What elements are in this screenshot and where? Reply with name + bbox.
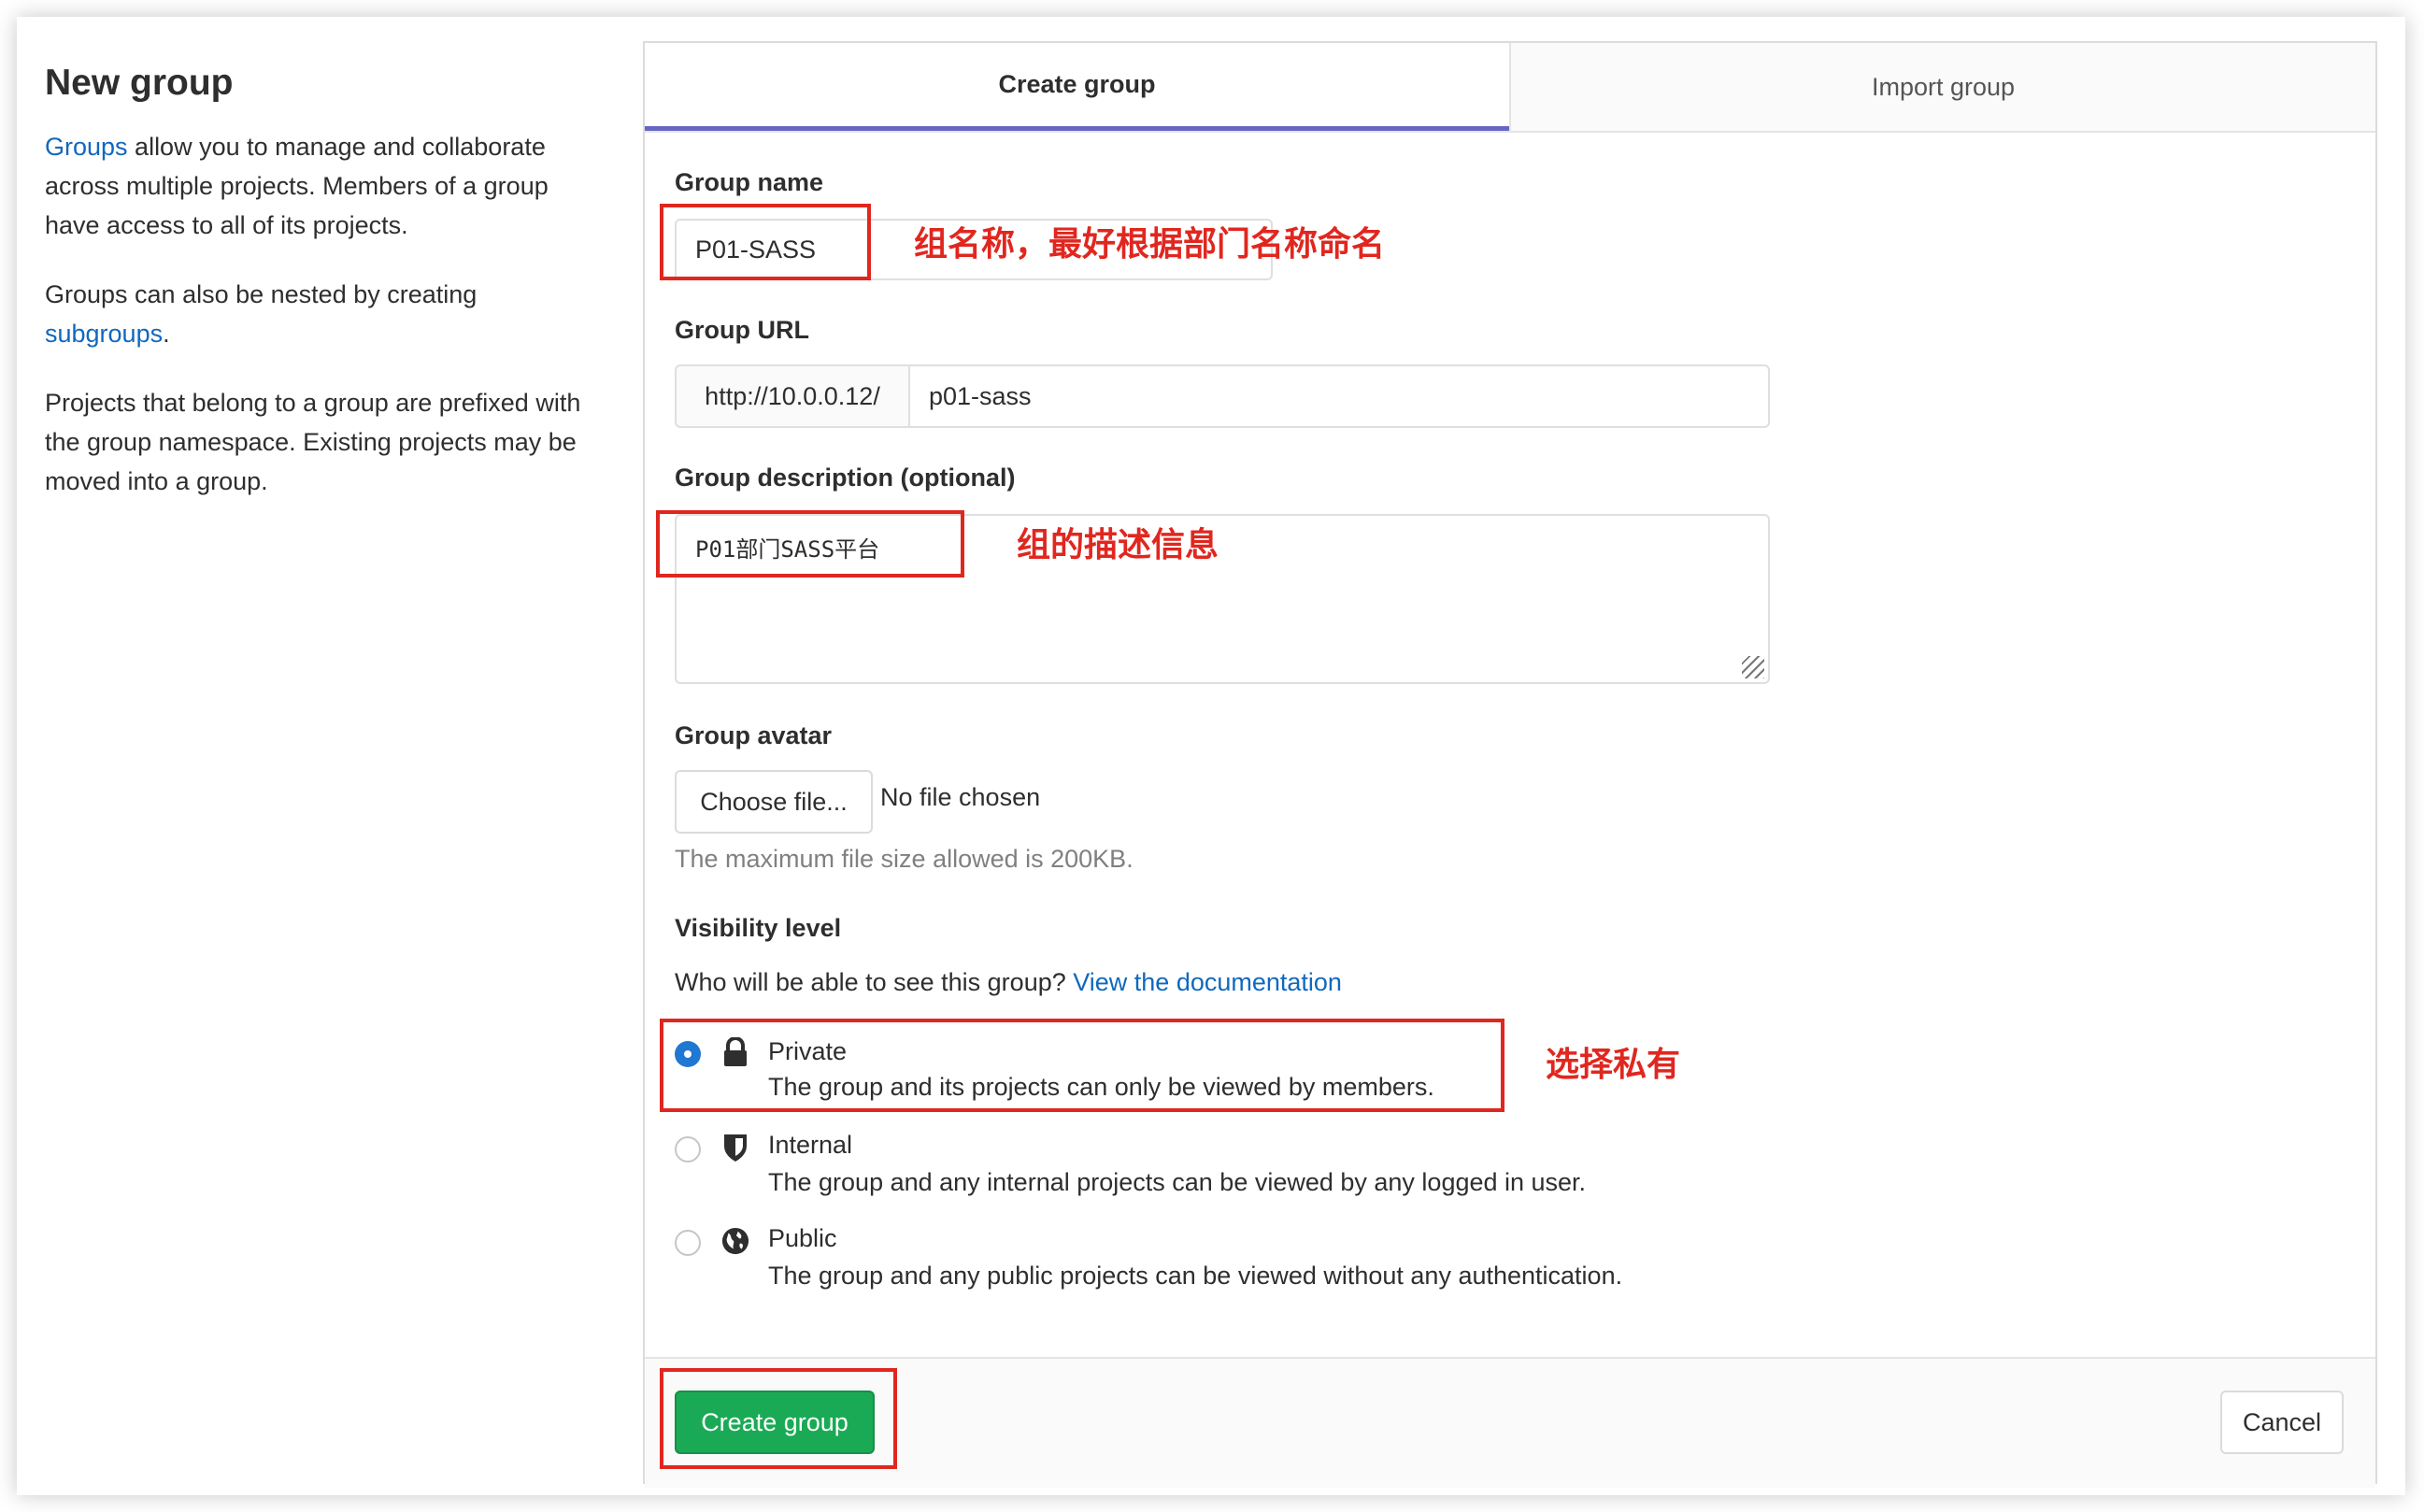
no-file-chosen-text: No file chosen: [880, 783, 1041, 811]
visibility-public-label: Public: [768, 1224, 837, 1252]
groups-description: Groups allow you to manage and collabora…: [45, 127, 606, 245]
tab-import-group[interactable]: Import group: [1509, 43, 2375, 131]
create-group-panel: Create group Import group Group name P01…: [643, 41, 2377, 1488]
max-file-size-hint: The maximum file size allowed is 200KB.: [675, 845, 1134, 873]
visibility-internal-label: Internal: [768, 1131, 853, 1159]
visibility-private-label: Private: [768, 1037, 848, 1065]
group-url-label: Group URL: [675, 316, 809, 344]
annotation-private: 选择私有: [1546, 1046, 1681, 1084]
group-description-label: Group description (optional): [675, 464, 1016, 492]
visibility-public-desc: The group and any public projects can be…: [768, 1262, 1623, 1290]
view-documentation-link[interactable]: View the documentation: [1073, 968, 1342, 996]
group-url-input[interactable]: p01-sass: [908, 364, 1770, 428]
visibility-level-label: Visibility level: [675, 914, 842, 942]
group-info-sidebar: New group Groups allow you to manage and…: [45, 58, 606, 531]
group-url-prefix: http://10.0.0.12/: [675, 364, 910, 428]
visibility-internal-desc: The group and any internal projects can …: [768, 1168, 1587, 1196]
annotation-description: 组的描述信息: [1017, 526, 1219, 564]
create-group-button[interactable]: Create group: [675, 1391, 875, 1454]
subgroups-link[interactable]: subgroups: [45, 320, 163, 348]
cancel-button[interactable]: Cancel: [2220, 1391, 2344, 1454]
group-avatar-label: Group avatar: [675, 721, 833, 749]
group-description-value: P01部门SASS平台: [695, 536, 880, 563]
groups-link[interactable]: Groups: [45, 133, 128, 161]
choose-file-button[interactable]: Choose file...: [675, 770, 873, 834]
group-description-textarea[interactable]: P01部门SASS平台: [675, 514, 1770, 684]
group-name-label: Group name: [675, 168, 824, 196]
subgroups-description-text: Groups can also be nested by creating: [45, 280, 478, 308]
form-actions: Create group Cancel: [645, 1357, 2375, 1488]
page-title: New group: [45, 63, 234, 103]
subgroups-description-end: .: [163, 320, 170, 348]
lock-icon: [724, 1037, 747, 1066]
annotation-group-name: 组名称，最好根据部门名称命名: [914, 225, 1386, 264]
globe-icon: [721, 1227, 749, 1255]
tab-create-group[interactable]: Create group: [645, 43, 1509, 131]
resize-handle[interactable]: [1742, 656, 1764, 678]
subgroups-description: Groups can also be nested by creating su…: [45, 275, 606, 353]
visibility-private-desc: The group and its projects can only be v…: [768, 1073, 1434, 1101]
radio-internal[interactable]: [675, 1136, 701, 1163]
radio-public[interactable]: [675, 1230, 701, 1256]
visibility-question-text: Who will be able to see this group?: [675, 968, 1074, 996]
group-tabs: Create group Import group: [645, 43, 2375, 133]
namespace-description: Projects that belong to a group are pref…: [45, 389, 581, 495]
radio-private[interactable]: [675, 1041, 701, 1067]
shield-icon: [724, 1134, 747, 1162]
visibility-question: Who will be able to see this group? View…: [675, 968, 1342, 997]
